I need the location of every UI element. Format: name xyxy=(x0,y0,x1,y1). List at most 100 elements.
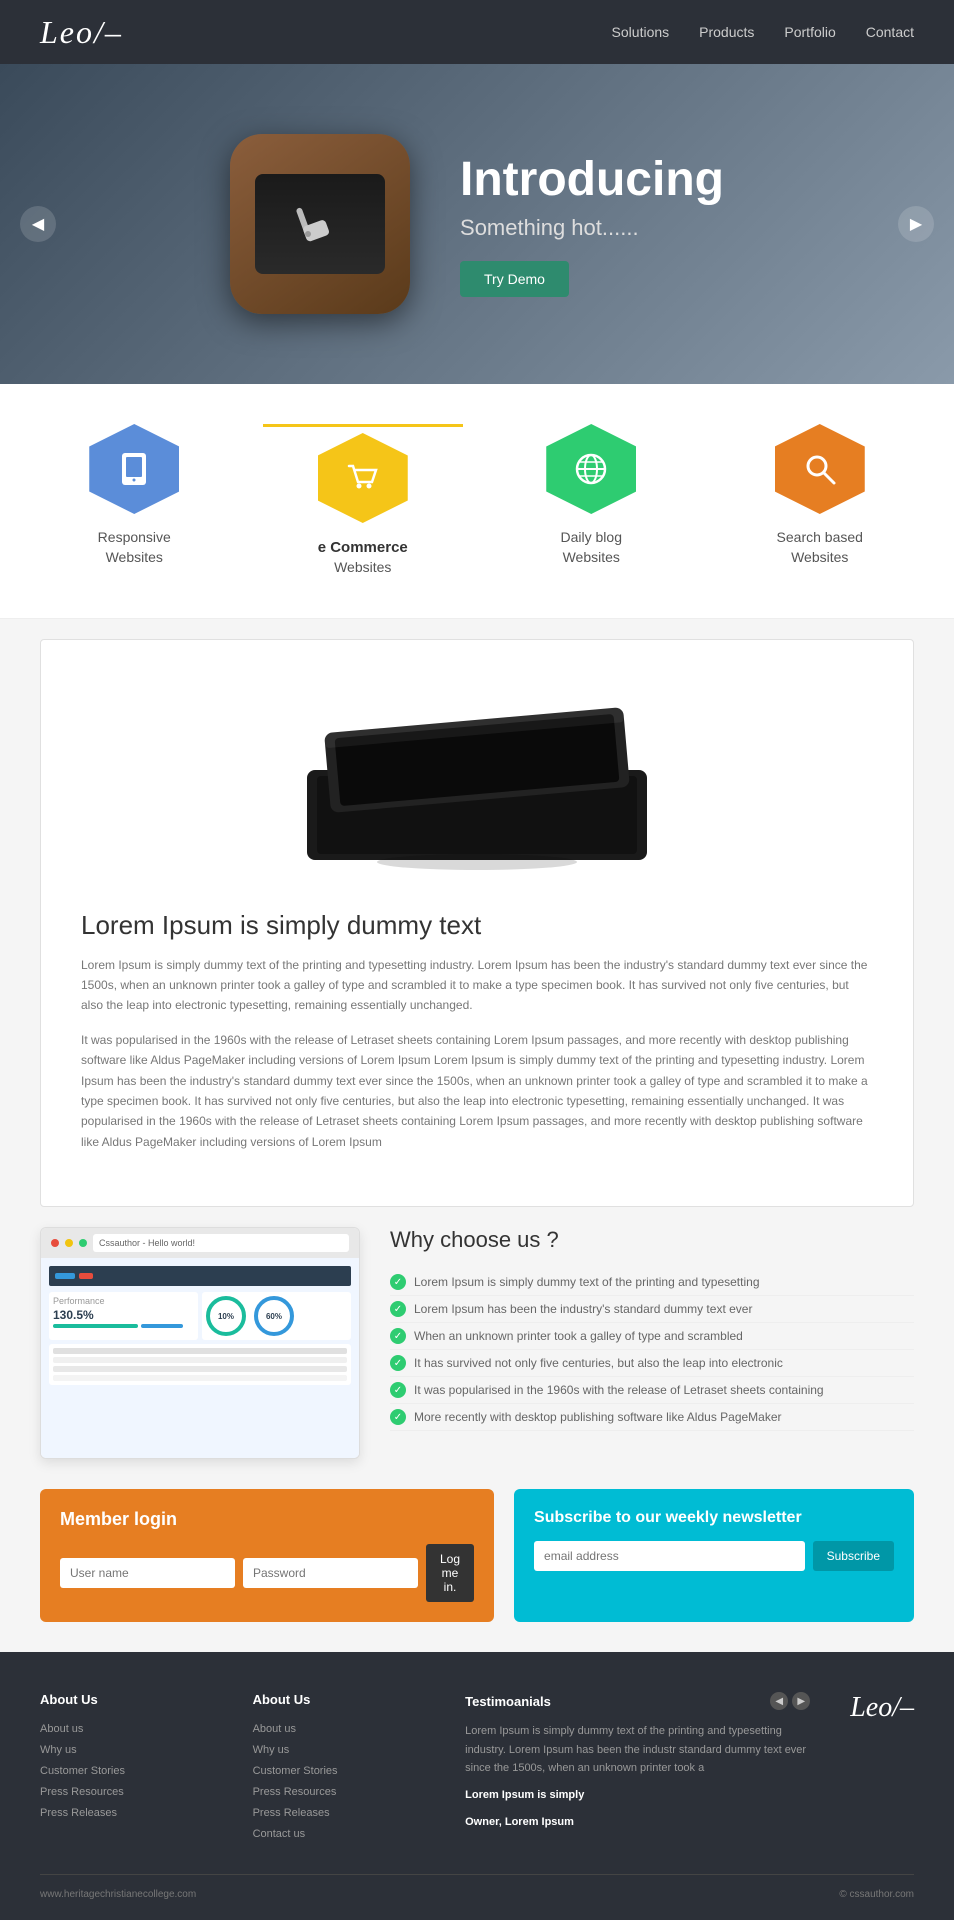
check-icon-6: ✓ xyxy=(390,1409,406,1425)
newsletter-title: Subscribe to our weekly newsletter xyxy=(534,1509,894,1527)
browser-mockup: Cssauthor - Hello world! Performance 130… xyxy=(40,1227,360,1459)
footer-link[interactable]: Contact us xyxy=(253,1824,426,1845)
footer-link[interactable]: Press Releases xyxy=(40,1803,213,1824)
footer-logo: Leo/– xyxy=(850,1692,914,1724)
check-icon-2: ✓ xyxy=(390,1301,406,1317)
hero-content: Introducing Something hot...... Try Demo xyxy=(230,134,724,314)
footer-logo-col: Leo/– xyxy=(850,1692,914,1844)
why-item-6: ✓ More recently with desktop publishing … xyxy=(390,1404,914,1431)
stat-bar-cyan xyxy=(53,1324,138,1328)
blog-label: Daily blog Websites xyxy=(561,528,622,567)
nav-solutions[interactable]: Solutions xyxy=(612,24,670,40)
why-list: ✓ Lorem Ipsum is simply dummy text of th… xyxy=(390,1269,914,1431)
footer-testimonials: Testimoanials ◀ ▶ Lorem Ipsum is simply … xyxy=(465,1692,810,1844)
browser-url: Cssauthor - Hello world! xyxy=(93,1234,349,1252)
product-para2: It was popularised in the 1960s with the… xyxy=(81,1030,873,1152)
product-title: Lorem Ipsum is simply dummy text xyxy=(81,910,873,941)
testimonial-nav: ◀ ▶ xyxy=(770,1692,810,1710)
browser-bar: Cssauthor - Hello world! xyxy=(41,1228,359,1258)
testimonial-text: Lorem Ipsum is simply dummy text of the … xyxy=(465,1722,810,1831)
password-input[interactable] xyxy=(243,1558,418,1588)
blog-hex xyxy=(546,424,636,514)
header: Leo/– Solutions Products Portfolio Conta… xyxy=(0,0,954,64)
browser-dot-red xyxy=(51,1239,59,1247)
why-item-2: ✓ Lorem Ipsum has been the industry's st… xyxy=(390,1296,914,1323)
footer-link[interactable]: Press Resources xyxy=(40,1782,213,1803)
member-login-box: Member login Log me in. xyxy=(40,1489,494,1622)
search-icon xyxy=(798,447,842,491)
footer-copyright-right: © cssauthor.com xyxy=(839,1889,914,1900)
hero-subtitle: Something hot...... xyxy=(460,215,724,241)
why-item-1: ✓ Lorem Ipsum is simply dummy text of th… xyxy=(390,1269,914,1296)
footer-link[interactable]: Why us xyxy=(40,1740,213,1761)
circle-stat-2: 60% xyxy=(254,1296,294,1336)
hero-text: Introducing Something hot...... Try Demo xyxy=(460,152,724,297)
commerce-label: e Commerce Websites xyxy=(318,537,408,578)
footer-link[interactable]: Customer Stories xyxy=(40,1761,213,1782)
circle-row: 10% 60% xyxy=(206,1296,347,1336)
nav-portfolio[interactable]: Portfolio xyxy=(784,24,835,40)
search-hex xyxy=(775,424,865,514)
testimonial-next[interactable]: ▶ xyxy=(792,1692,810,1710)
hero-title: Introducing xyxy=(460,152,724,207)
footer-link[interactable]: Press Releases xyxy=(253,1803,426,1824)
why-item-3: ✓ When an unknown printer took a galley … xyxy=(390,1323,914,1350)
footer-top: About Us About us Why us Customer Storie… xyxy=(40,1692,914,1844)
footer: About Us About us Why us Customer Storie… xyxy=(0,1652,954,1920)
tablet-image xyxy=(81,680,873,880)
hero-prev-arrow[interactable]: ◀ xyxy=(20,206,56,242)
circle-stat-1: 10% xyxy=(206,1296,246,1336)
why-item-5: ✓ It was popularised in the 1960s with t… xyxy=(390,1377,914,1404)
try-demo-button[interactable]: Try Demo xyxy=(460,261,569,297)
testimonial-author-line1: Lorem Ipsum is simply xyxy=(465,1786,810,1805)
cta-section: Member login Log me in. Subscribe to our… xyxy=(40,1489,914,1622)
product-para1: Lorem Ipsum is simply dummy text of the … xyxy=(81,955,873,1016)
feature-commerce[interactable]: e Commerce Websites xyxy=(263,424,463,578)
check-icon-1: ✓ xyxy=(390,1274,406,1290)
subscribe-button[interactable]: Subscribe xyxy=(813,1541,894,1571)
responsive-label: Responsive Websites xyxy=(98,528,171,567)
footer-link[interactable]: Customer Stories xyxy=(253,1761,426,1782)
responsive-hex xyxy=(89,424,179,514)
feature-blog[interactable]: Daily blog Websites xyxy=(491,424,691,578)
stat-bar-row xyxy=(53,1324,194,1328)
globe-icon xyxy=(569,447,613,491)
check-icon-3: ✓ xyxy=(390,1328,406,1344)
feature-responsive[interactable]: Responsive Websites xyxy=(34,424,234,578)
why-item-4: ✓ It has survived not only five centurie… xyxy=(390,1350,914,1377)
check-icon-5: ✓ xyxy=(390,1382,406,1398)
nav-dot-red xyxy=(79,1273,93,1279)
footer-link[interactable]: About us xyxy=(40,1719,213,1740)
stat-card-main: Performance 130.5% xyxy=(49,1292,198,1340)
check-icon-4: ✓ xyxy=(390,1355,406,1371)
nav-dot-blue xyxy=(55,1273,75,1279)
footer-link[interactable]: Press Resources xyxy=(253,1782,426,1803)
footer-link[interactable]: About us xyxy=(253,1719,426,1740)
hero-next-arrow[interactable]: ▶ xyxy=(898,206,934,242)
testimonial-prev[interactable]: ◀ xyxy=(770,1692,788,1710)
browser-dot-yellow xyxy=(65,1239,73,1247)
browser-table-mockup xyxy=(49,1344,351,1385)
email-input[interactable] xyxy=(534,1541,805,1571)
browser-content: Performance 130.5% 10% 60% xyxy=(41,1258,359,1458)
footer-col-2: About Us About us Why us Customer Storie… xyxy=(253,1692,426,1844)
nav-products[interactable]: Products xyxy=(699,24,754,40)
stat-card-circles: 10% 60% xyxy=(202,1292,351,1340)
username-input[interactable] xyxy=(60,1558,235,1588)
logo: Leo/– xyxy=(40,14,123,51)
feature-search[interactable]: Search based Websites xyxy=(720,424,920,578)
login-button[interactable]: Log me in. xyxy=(426,1544,474,1602)
footer-col2-title: About Us xyxy=(253,1692,426,1707)
hero-product-icon xyxy=(230,134,410,314)
testimonials-title: Testimoanials ◀ ▶ xyxy=(465,1692,810,1710)
commerce-hex xyxy=(318,433,408,523)
footer-link[interactable]: Why us xyxy=(253,1740,426,1761)
browser-stats: Performance 130.5% 10% 60% xyxy=(49,1292,351,1340)
why-section: Cssauthor - Hello world! Performance 130… xyxy=(40,1227,914,1459)
spatula-icon xyxy=(290,194,350,254)
nav-contact[interactable]: Contact xyxy=(866,24,914,40)
browser-nav xyxy=(49,1266,351,1286)
footer-copyright-left: www.heritagechristianecollege.com xyxy=(40,1889,196,1900)
testimonial-author-line2: Owner, Lorem Ipsum xyxy=(465,1813,810,1832)
browser-dot-green xyxy=(79,1239,87,1247)
